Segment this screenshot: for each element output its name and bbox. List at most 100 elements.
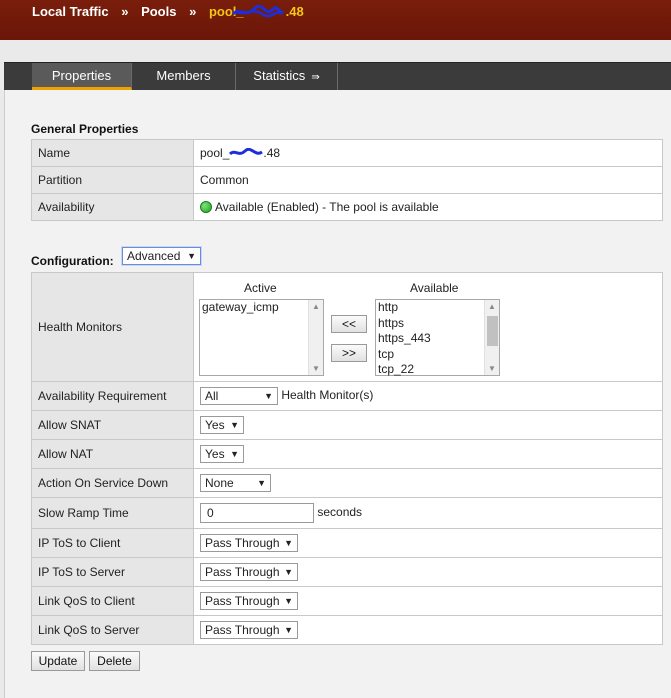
link-qos-server-row: Link QoS to Server Pass Through ▼ xyxy=(31,615,663,645)
chevron-down-icon: ▼ xyxy=(187,251,196,261)
chevron-down-icon: ▼ xyxy=(264,391,273,401)
top-header: Local Traffic » Pools » pool_ .48 xyxy=(0,0,671,40)
slow-ramp-time-row: Slow Ramp Time 0 seconds xyxy=(31,497,663,529)
ip-tos-client-value: Pass Through ▼ xyxy=(193,528,663,558)
allow-nat-row: Allow NAT Yes ▼ xyxy=(31,439,663,469)
available-monitors-list[interactable]: http https https_443 tcp tcp_22 ▲ ▼ xyxy=(375,299,500,376)
chevron-down-icon: ▼ xyxy=(257,478,266,488)
availability-requirement-value: All ▼ Health Monitor(s) xyxy=(193,381,663,411)
chevron-down-icon: ▼ xyxy=(284,567,293,577)
action-on-service-down-row: Action On Service Down None ▼ xyxy=(31,468,663,498)
active-monitors-header: Active xyxy=(244,281,277,295)
seconds-suffix: seconds xyxy=(317,505,363,520)
scroll-down-icon[interactable]: ▼ xyxy=(488,364,496,373)
list-item[interactable]: https_443 xyxy=(376,331,499,347)
ip-tos-server-select[interactable]: Pass Through ▼ xyxy=(200,563,298,581)
availability-label: Availability xyxy=(31,193,194,221)
scroll-up-icon[interactable]: ▲ xyxy=(312,302,320,311)
tab-properties[interactable]: Properties xyxy=(32,63,132,90)
tab-statistics[interactable]: Statistics ⇛ xyxy=(236,63,338,90)
name-value: pool_ .48 xyxy=(193,139,663,167)
link-qos-client-label: Link QoS to Client xyxy=(31,586,194,616)
chevron-down-icon: ▼ xyxy=(284,625,293,635)
link-qos-client-row: Link QoS to Client Pass Through ▼ xyxy=(31,586,663,616)
remove-monitor-button[interactable]: >> xyxy=(331,344,367,362)
add-monitor-button[interactable]: << xyxy=(331,315,367,333)
availability-value: Available (Enabled) - The pool is availa… xyxy=(193,193,663,221)
active-monitors-list[interactable]: gateway_icmp ▲ ▼ xyxy=(199,299,324,376)
name-row: Name pool_ .48 xyxy=(31,139,663,167)
allow-snat-select[interactable]: Yes ▼ xyxy=(200,416,244,434)
allow-nat-value: Yes ▼ xyxy=(193,439,663,469)
chevron-down-icon: ▼ xyxy=(230,420,239,430)
slow-ramp-time-value: 0 seconds xyxy=(193,497,663,529)
link-qos-server-value: Pass Through ▼ xyxy=(193,615,663,645)
ip-tos-server-row: IP ToS to Server Pass Through ▼ xyxy=(31,557,663,587)
allow-snat-value: Yes ▼ xyxy=(193,410,663,440)
redaction-scribble xyxy=(229,147,264,156)
link-qos-server-select[interactable]: Pass Through ▼ xyxy=(200,621,298,639)
availability-row: Availability Available (Enabled) - The p… xyxy=(31,193,663,221)
configuration-mode-select[interactable]: Advanced ▼ xyxy=(121,246,202,266)
health-monitors-value: Active Available gateway_icmp ▲ ▼ << >> … xyxy=(193,272,663,382)
action-on-service-down-value: None ▼ xyxy=(193,468,663,498)
delete-button[interactable]: Delete xyxy=(89,651,140,671)
chevron-down-icon: ▼ xyxy=(284,538,293,548)
partition-row: Partition Common xyxy=(31,166,663,194)
list-item[interactable]: tcp_22 xyxy=(376,362,499,378)
update-button[interactable]: Update xyxy=(31,651,85,671)
action-on-service-down-label: Action On Service Down xyxy=(31,468,194,498)
health-monitor-suffix: Health Monitor(s) xyxy=(281,388,374,403)
allow-snat-row: Allow SNAT Yes ▼ xyxy=(31,410,663,440)
partition-label: Partition xyxy=(31,166,194,194)
scrollbar[interactable]: ▲ ▼ xyxy=(484,300,499,375)
list-item[interactable]: https xyxy=(376,316,499,332)
scroll-up-icon[interactable]: ▲ xyxy=(488,302,496,311)
partition-value: Common xyxy=(193,166,663,194)
link-qos-client-value: Pass Through ▼ xyxy=(193,586,663,616)
breadcrumb-separator: » xyxy=(121,4,129,19)
chevron-down-icon: ▼ xyxy=(284,596,293,606)
breadcrumb-pools[interactable]: Pools xyxy=(141,4,176,19)
tab-bar: Properties Members Statistics ⇛ xyxy=(4,62,671,90)
available-monitors-header: Available xyxy=(410,281,459,295)
redaction-scribble xyxy=(232,5,284,18)
ip-tos-server-label: IP ToS to Server xyxy=(31,557,194,587)
popout-arrow-icon: ⇛ xyxy=(311,72,320,83)
slow-ramp-time-input[interactable]: 0 xyxy=(200,503,314,523)
allow-nat-select[interactable]: Yes ▼ xyxy=(200,445,244,463)
ip-tos-client-select[interactable]: Pass Through ▼ xyxy=(200,534,298,552)
list-item[interactable]: http xyxy=(376,300,499,316)
scrollbar[interactable]: ▲ ▼ xyxy=(308,300,323,375)
configuration-title: Configuration: xyxy=(31,254,114,268)
ip-tos-client-label: IP ToS to Client xyxy=(31,528,194,558)
health-monitors-row: Health Monitors Active Available gateway… xyxy=(31,272,663,382)
availability-requirement-label: Availability Requirement xyxy=(31,381,194,411)
scroll-down-icon[interactable]: ▼ xyxy=(312,364,320,373)
list-item[interactable]: tcp xyxy=(376,347,499,363)
configuration-table: Health Monitors Active Available gateway… xyxy=(31,272,663,645)
link-qos-server-label: Link QoS to Server xyxy=(31,615,194,645)
ip-tos-server-value: Pass Through ▼ xyxy=(193,557,663,587)
action-on-service-down-select[interactable]: None ▼ xyxy=(200,474,271,492)
tab-members[interactable]: Members xyxy=(132,63,236,90)
slow-ramp-time-label: Slow Ramp Time xyxy=(31,497,194,529)
health-monitors-label: Health Monitors xyxy=(31,272,194,382)
list-item[interactable]: gateway_icmp xyxy=(200,300,323,316)
main-content: General Properties Name pool_ .48 Partiti… xyxy=(4,90,671,698)
general-properties-title: General Properties xyxy=(31,122,139,136)
name-label: Name xyxy=(31,139,194,167)
ip-tos-client-row: IP ToS to Client Pass Through ▼ xyxy=(31,528,663,558)
link-qos-client-select[interactable]: Pass Through ▼ xyxy=(200,592,298,610)
breadcrumb-local-traffic[interactable]: Local Traffic xyxy=(32,4,109,19)
tab-statistics-label: Statistics xyxy=(253,68,306,83)
allow-snat-label: Allow SNAT xyxy=(31,410,194,440)
allow-nat-label: Allow NAT xyxy=(31,439,194,469)
availability-requirement-select[interactable]: All ▼ xyxy=(200,387,278,405)
general-properties-table: Name pool_ .48 Partition Common Availabil… xyxy=(31,139,663,221)
availability-requirement-row: Availability Requirement All ▼ Health Mon… xyxy=(31,381,663,411)
scrollbar-thumb[interactable] xyxy=(487,316,498,346)
chevron-down-icon: ▼ xyxy=(230,449,239,459)
breadcrumb-separator: » xyxy=(189,4,197,19)
status-available-icon xyxy=(200,201,212,213)
